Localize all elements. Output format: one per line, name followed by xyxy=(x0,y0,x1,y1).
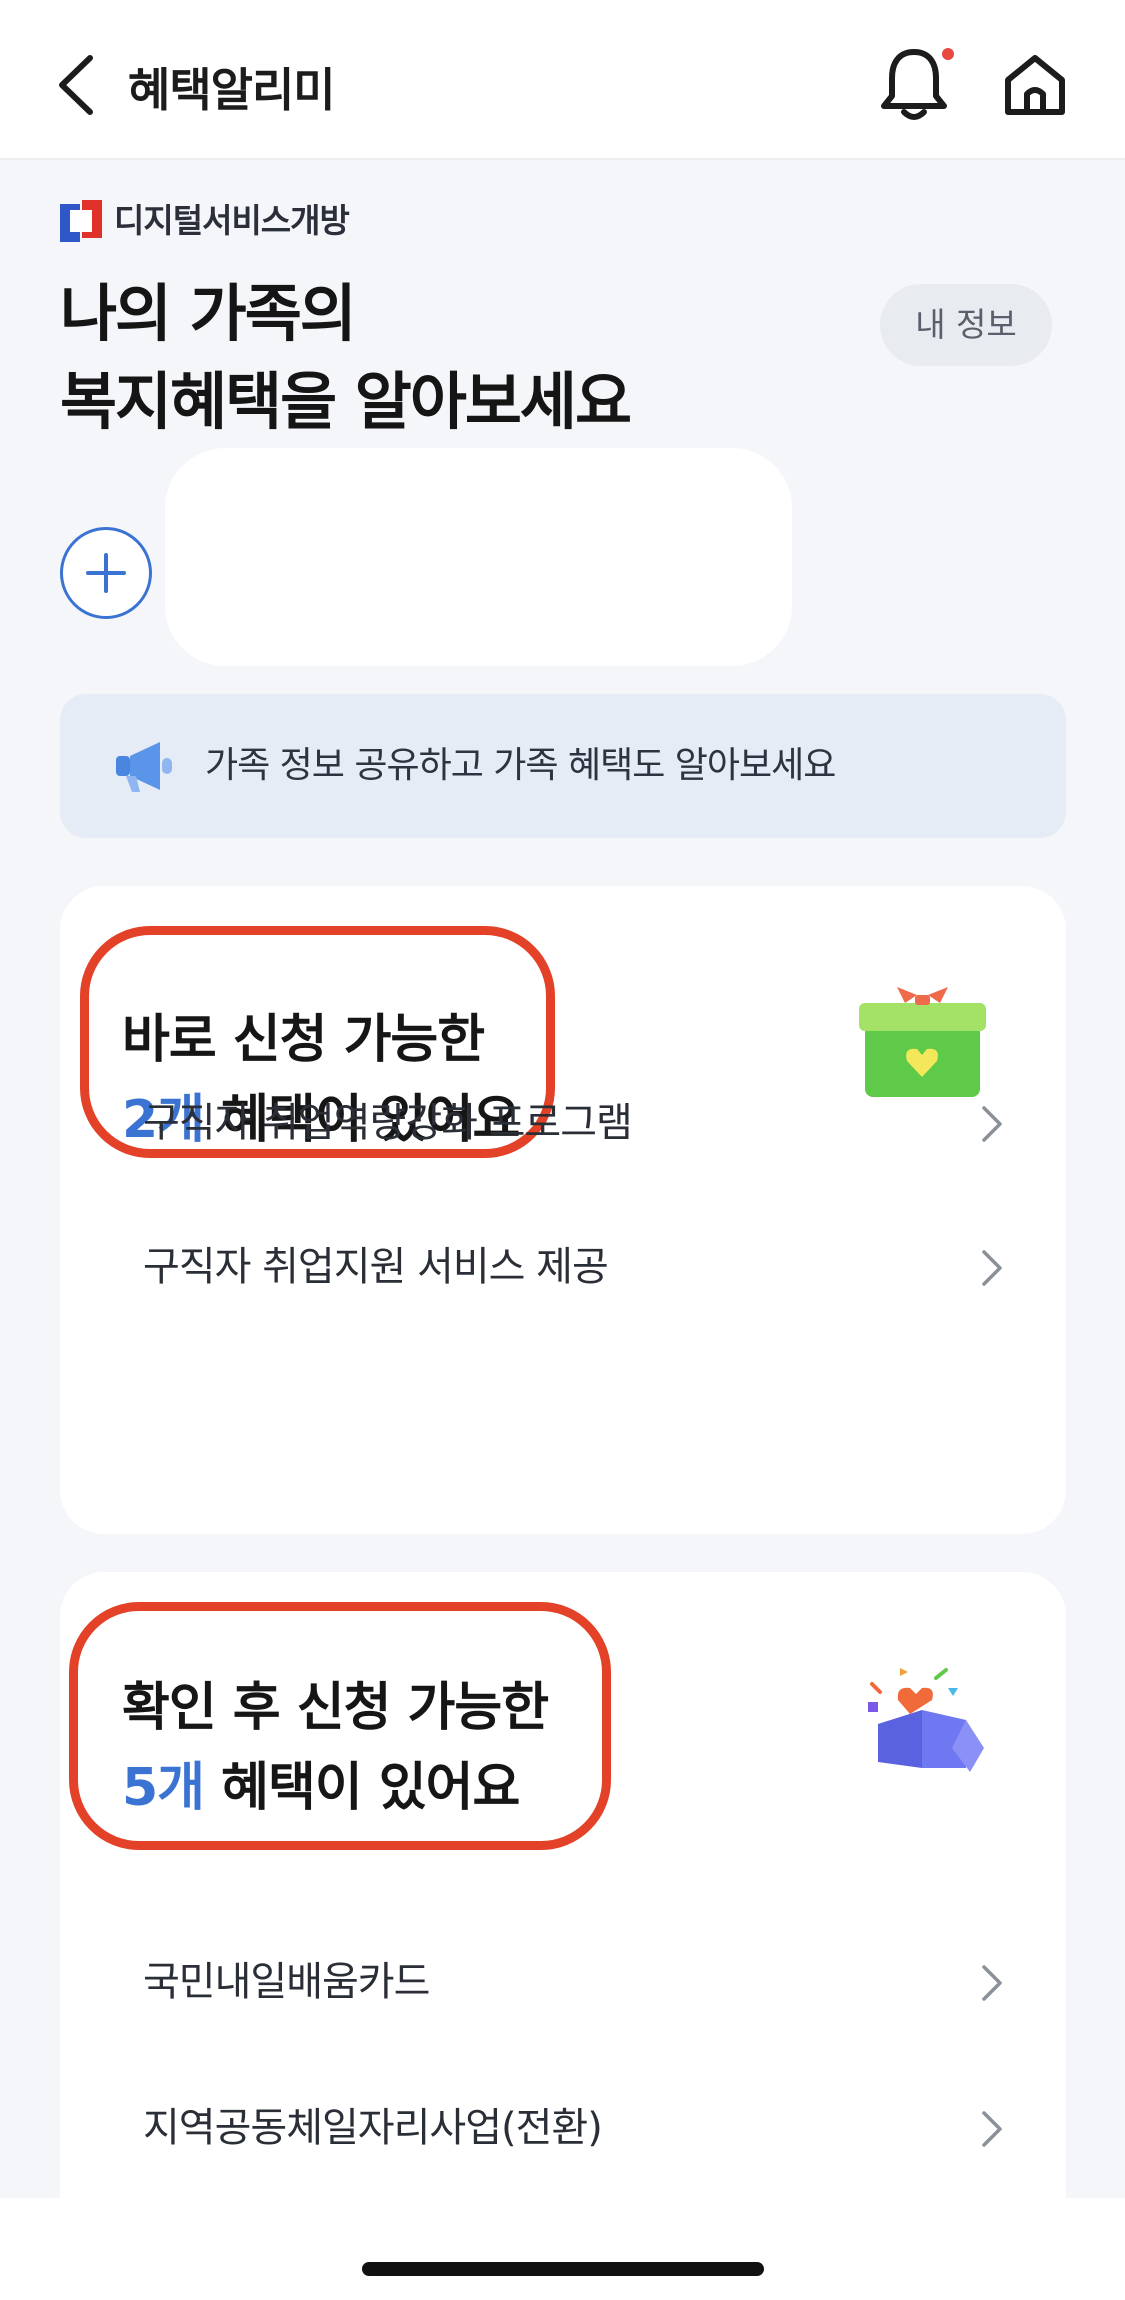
notice-banner[interactable]: 가족 정보 공유하고 가족 혜택도 알아보세요 xyxy=(60,694,1066,838)
chevron-right-icon xyxy=(982,1106,1002,1142)
list-item-label: 구직자 취업역량강화 프로그램 xyxy=(143,1100,633,1146)
list-item[interactable]: 구직자 취업지원 서비스 제공 xyxy=(60,1212,1066,1322)
hero-line-2: 복지혜택을 알아보세요 xyxy=(60,365,632,438)
app-header: 혜택알리미 xyxy=(0,0,1125,160)
benefit-count: 5개 xyxy=(122,1758,205,1818)
brand-text: 디지털서비스개방 xyxy=(114,201,350,240)
digital-service-logo-icon xyxy=(60,200,102,242)
home-icon[interactable] xyxy=(1000,50,1070,120)
chevron-right-icon xyxy=(982,2111,1002,2147)
list-item-label: 구직자 취업지원 서비스 제공 xyxy=(143,1244,609,1290)
card-title-rest: 혜택이 있어요 xyxy=(204,1758,520,1818)
bell-icon[interactable] xyxy=(878,44,950,124)
chevron-right-icon xyxy=(982,1250,1002,1286)
home-indicator[interactable] xyxy=(362,2262,764,2276)
chevron-right-icon xyxy=(982,1965,1002,2001)
notice-text: 가족 정보 공유하고 가족 혜택도 알아보세요 xyxy=(205,745,836,786)
hero-heading: 나의 가족의 복지혜택을 알아보세요 xyxy=(60,270,632,446)
list-item[interactable]: 지역공동체일자리사업(전환) xyxy=(60,2073,1066,2183)
my-info-button[interactable]: 내 정보 xyxy=(880,284,1052,366)
list-item[interactable]: 국민내일배움카드 xyxy=(60,1927,1066,2037)
page-title: 혜택알리미 xyxy=(128,63,336,117)
bottom-safe-area xyxy=(0,2198,1125,2300)
list-item[interactable]: 구직자 취업역량강화 프로그램 xyxy=(60,1068,1066,1178)
card-title-line-2: 5개 혜택이 있어요 xyxy=(122,1748,548,1828)
list-item-label: 국민내일배움카드 xyxy=(143,1959,430,2005)
add-family-button[interactable] xyxy=(60,527,152,619)
chevron-left-icon[interactable] xyxy=(52,52,102,118)
megaphone-icon xyxy=(116,742,172,792)
notification-dot xyxy=(942,48,954,60)
plus-icon xyxy=(86,553,126,593)
open-box-heart-icon xyxy=(868,1668,984,1772)
benefit-card-check: 확인 후 신청 가능한 5개 혜택이 있어요 국민내일배움카드 지역공동체일자리… xyxy=(60,1572,1066,2292)
card-title-line-1: 확인 후 신청 가능한 xyxy=(122,1678,549,1738)
family-member-card[interactable] xyxy=(165,448,792,666)
hero-line-1: 나의 가족의 xyxy=(60,277,357,350)
card-title: 확인 후 신청 가능한 5개 혜택이 있어요 xyxy=(122,1668,549,1828)
list-item-label: 지역공동체일자리사업(전환) xyxy=(143,2105,603,2151)
benefit-card-immediate: 바로 신청 가능한 2개 혜택이 있어요 구직자 취업역량강화 프로그램 구직자… xyxy=(60,886,1066,1534)
